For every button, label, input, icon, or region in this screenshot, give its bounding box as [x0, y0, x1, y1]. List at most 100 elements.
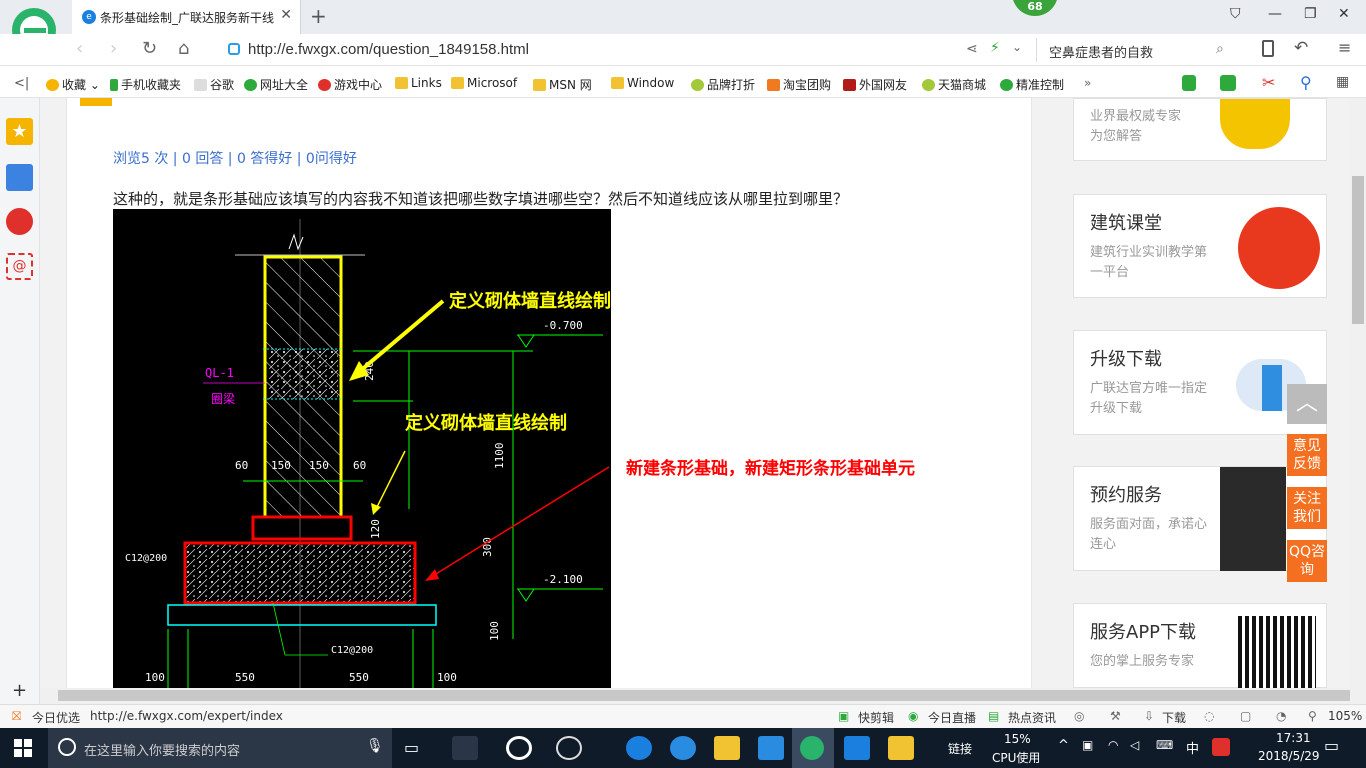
address-bar[interactable]: http://e.fwxgx.com/question_1849158.html — [248, 41, 529, 58]
grid-icon[interactable]: ▦ — [1336, 74, 1349, 90]
links-toolbar[interactable]: 链接 — [948, 740, 972, 757]
status-item[interactable]: 热点资讯 — [1008, 709, 1056, 726]
clock-time[interactable]: 17:31 — [1276, 731, 1311, 745]
tab-close-icon[interactable]: ✕ — [280, 7, 292, 23]
ime-indicator[interactable]: 中 — [1186, 738, 1199, 757]
expert-card[interactable]: 业界最权威专家 为您解答 — [1073, 98, 1327, 161]
magnifier-icon[interactable]: ⚲ — [1300, 73, 1312, 92]
undo-icon[interactable]: ↶ — [1294, 38, 1308, 58]
restore-icon[interactable]: ❐ — [1304, 6, 1317, 22]
bookmark-item[interactable]: 精准控制 — [1000, 76, 1064, 93]
follow-us-button[interactable]: 关注我们 — [1287, 487, 1327, 529]
windows-start-icon[interactable] — [14, 739, 32, 760]
back-icon[interactable]: ‹ — [76, 38, 83, 59]
gift-icon[interactable]: ⛝ — [12, 709, 21, 724]
taskbar-search[interactable]: 在这里输入你要搜索的内容 🎙 — [48, 728, 392, 768]
taskbar-app-ie[interactable] — [670, 736, 696, 760]
card-title: 服务APP下载 — [1090, 622, 1197, 643]
bookmark-item[interactable]: 收藏 ⌄ — [46, 76, 100, 93]
add-sidebar-icon[interactable]: + — [12, 680, 27, 701]
bookmark-item[interactable]: 网址大全 — [244, 76, 308, 93]
taskbar-app-g[interactable] — [758, 736, 784, 760]
phone-icon[interactable] — [1262, 40, 1274, 57]
zoom-level[interactable]: 105% — [1328, 709, 1362, 723]
taskbar-active-app[interactable] — [792, 728, 834, 768]
status-item[interactable]: 今日直播 — [928, 709, 976, 726]
scissors-icon[interactable]: ✂ — [1262, 73, 1275, 92]
mail-icon[interactable]: @ — [6, 253, 33, 280]
status-item[interactable]: 快剪辑 — [858, 709, 894, 726]
reload-icon[interactable]: ↻ — [142, 38, 157, 59]
notification-center-icon[interactable]: ▭ — [1324, 736, 1339, 755]
favorites-star-icon[interactable]: ★ — [6, 118, 33, 145]
back-to-top-button[interactable]: ︿ — [1287, 384, 1327, 424]
tray-chevron-icon[interactable]: ^ — [1058, 738, 1069, 753]
wifi-icon[interactable]: ◠ — [1108, 738, 1118, 752]
refresh-icon[interactable]: ◌ — [1204, 709, 1214, 723]
taskbar-app-plus[interactable] — [844, 736, 870, 760]
sound-icon[interactable]: ◔ — [1276, 709, 1286, 723]
bookmark-item[interactable]: Links — [395, 76, 442, 90]
speed-icon[interactable]: ◎ — [1074, 709, 1084, 723]
keyboard-icon[interactable]: ⌨ — [1156, 738, 1173, 752]
bookmark-item[interactable]: 天猫商城 — [922, 76, 986, 93]
horizontal-scroll-thumb[interactable] — [58, 690, 1350, 701]
play-icon: ◉ — [908, 709, 919, 723]
volume-icon[interactable]: ◁ — [1130, 738, 1139, 752]
sidebar-card-classroom[interactable]: 建筑课堂 建筑行业实训教学第一平台 — [1073, 194, 1327, 298]
new-tab-icon[interactable]: + — [310, 4, 327, 28]
bookmark-item[interactable]: 外国网友 — [843, 76, 907, 93]
card-desc: 服务面对面，承诺心连心 — [1090, 517, 1208, 552]
today-pick-link[interactable]: 今日优选 — [32, 709, 80, 726]
tab-active[interactable]: e 条形基础绘制_广联达服务新干线 ✕ — [72, 0, 301, 34]
tray-app-icon[interactable]: ▣ — [1082, 738, 1093, 752]
taskbar-app-edge[interactable] — [626, 736, 652, 760]
taskbar-app-explorer[interactable] — [714, 736, 740, 760]
taskbar-app-spiral[interactable] — [556, 736, 582, 760]
lightning-icon[interactable]: ⚡ — [990, 40, 1000, 56]
feedback-button[interactable]: 意见反馈 — [1287, 434, 1327, 476]
bookmark-item[interactable]: 谷歌 — [194, 76, 234, 93]
tools-icon[interactable]: ⚒ — [1110, 709, 1121, 723]
qq-consult-button[interactable]: QQ咨询 — [1287, 540, 1327, 582]
vertical-scroll-thumb[interactable] — [1352, 176, 1364, 324]
search-icon[interactable]: ⌕ — [1216, 41, 1224, 57]
bookmark-item[interactable]: Window — [611, 76, 674, 90]
weibo-icon[interactable] — [6, 208, 33, 235]
bookmark-item[interactable]: 手机收藏夹 — [110, 76, 181, 93]
microphone-icon[interactable]: 🎙 — [366, 738, 384, 754]
taskbar-app-fan[interactable] — [452, 736, 478, 760]
window-icon[interactable]: ▢ — [1240, 709, 1251, 723]
chevron-down-icon[interactable]: ⌄ — [1012, 40, 1022, 54]
menu-icon[interactable]: ≡ — [1338, 38, 1351, 57]
shield-icon[interactable] — [1182, 75, 1196, 91]
forward-icon[interactable]: › — [110, 38, 117, 59]
close-window-icon[interactable]: ✕ — [1338, 6, 1350, 22]
shirt-icon[interactable]: ⛉ — [1230, 6, 1241, 22]
cad-dim-bottom: 550 — [349, 671, 369, 684]
sidebar-card-app[interactable]: 服务APP下载 您的掌上服务专家 — [1073, 603, 1327, 688]
bookmark-item[interactable]: 淘宝团购 — [767, 76, 831, 93]
share-icon[interactable]: ⋖ — [966, 41, 978, 57]
bookmark-item[interactable]: Microsof — [451, 76, 517, 90]
task-view-icon[interactable]: ▭ — [404, 738, 419, 757]
question-stats[interactable]: 浏览5 次 | 0 回答 | 0 答得好 | 0问得好 — [113, 148, 357, 168]
taskbar-app-notes[interactable] — [888, 736, 914, 760]
clock-date[interactable]: 2018/5/29 — [1258, 749, 1320, 763]
status-item[interactable]: 下载 — [1162, 709, 1186, 726]
home-icon[interactable]: ⌂ — [178, 38, 189, 59]
translate-icon[interactable] — [1220, 75, 1236, 91]
minimize-icon[interactable]: — — [1268, 6, 1282, 22]
bookmark-item[interactable]: MSN 网 — [533, 76, 592, 93]
annotation-foundation: 新建条形基础，新建矩形条形基础单元 — [626, 459, 915, 479]
more-bookmarks-icon[interactable]: » — [1084, 76, 1091, 90]
bookmark-item[interactable]: 游戏中心 — [318, 76, 382, 93]
sogou-icon[interactable] — [1212, 738, 1230, 756]
mascot-icon — [1220, 99, 1290, 149]
taskbar-app-browser[interactable] — [506, 736, 532, 760]
bookmark-item[interactable]: 品牌打折 — [691, 76, 755, 93]
collapse-sidebar-icon[interactable]: <| — [14, 76, 29, 91]
search-box[interactable]: 空鼻症患者的自救 — [1036, 38, 1242, 62]
reader-icon[interactable] — [6, 164, 33, 191]
qr-code-image — [1238, 616, 1316, 688]
